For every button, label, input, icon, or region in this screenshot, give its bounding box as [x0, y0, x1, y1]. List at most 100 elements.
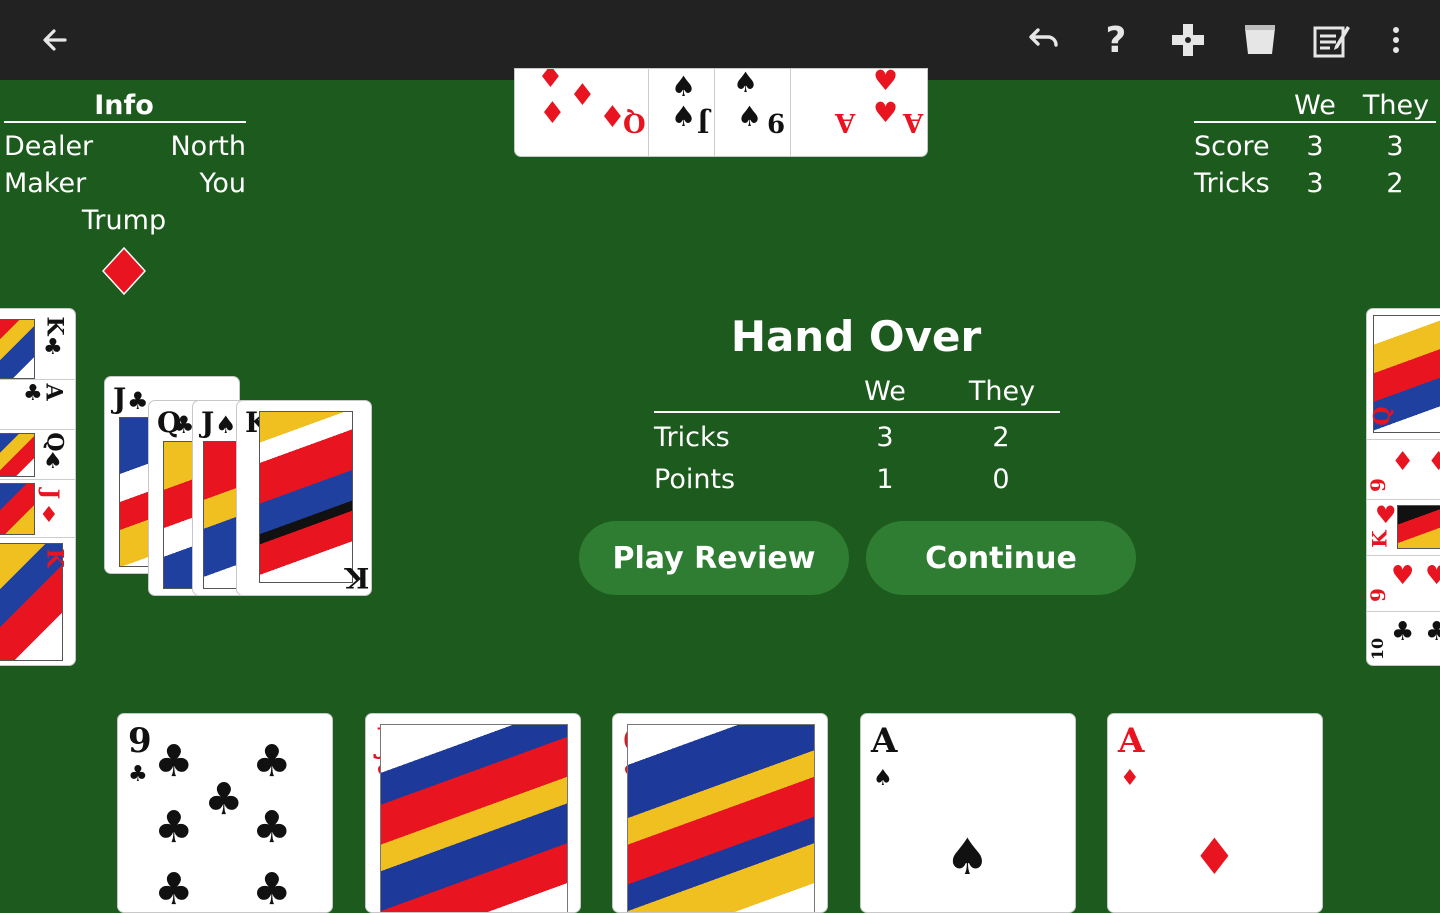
- west-card: K: [0, 537, 75, 665]
- east-card: ♦ ♦ 9: [1367, 439, 1440, 500]
- hand-card-rank: A: [1118, 721, 1145, 761]
- hand-over-points-we: 1: [876, 464, 894, 495]
- tricks-they-value: 2: [1386, 168, 1404, 199]
- info-divider: [4, 121, 246, 123]
- help-icon[interactable]: ?: [1096, 20, 1136, 61]
- hand-pip: ♣: [154, 802, 194, 853]
- north-pip: ♦: [537, 68, 564, 95]
- back-arrow-icon[interactable]: [34, 20, 74, 60]
- east-face-art: [1397, 505, 1440, 549]
- east-card: Q: [1367, 309, 1440, 440]
- hand-over-tricks-we: 3: [876, 422, 894, 453]
- hand-over-title: Hand Over: [730, 312, 982, 361]
- north-pip: ♠: [733, 68, 759, 99]
- tricks-we-value: 3: [1306, 168, 1324, 199]
- trick-face-art: [259, 411, 353, 583]
- east-pip: ♥: [1425, 563, 1440, 589]
- north-card-rank: Q: [623, 107, 646, 137]
- hand-card[interactable]: Q ♥: [612, 713, 828, 913]
- east-pip: ♥: [1391, 561, 1415, 591]
- hand-pip: ♣: [252, 802, 292, 853]
- trick-card-rank: J: [113, 382, 127, 415]
- continue-button[interactable]: Continue: [866, 521, 1136, 595]
- west-card: Q ♠: [0, 429, 75, 480]
- score-label: Score: [1194, 131, 1270, 162]
- scorecard-icon[interactable]: [1312, 20, 1352, 60]
- east-card-rank: 10: [1368, 637, 1388, 661]
- west-card: A ♣: [0, 379, 75, 430]
- east-pip: ♣: [1425, 619, 1440, 645]
- west-pip: ♣: [43, 335, 63, 360]
- hand-over-divider: [654, 411, 1060, 413]
- hand-card-suit: ♠: [873, 766, 893, 791]
- hand-card[interactable]: A ♠ ♠: [860, 713, 1076, 913]
- east-card: ♥ K: [1367, 499, 1440, 556]
- west-card-rank: K: [41, 316, 68, 336]
- east-pip: ♦: [1391, 447, 1415, 477]
- undo-icon[interactable]: [1024, 20, 1064, 60]
- west-pip: ♠: [43, 449, 63, 474]
- west-hand: K ♣ A ♣ Q ♠ J ♦ K: [0, 308, 76, 666]
- north-card-rank: 9: [767, 107, 786, 137]
- info-title: Info: [94, 90, 154, 121]
- more-vert-icon[interactable]: [1376, 20, 1416, 60]
- west-card: K ♣: [0, 309, 75, 380]
- hand-card[interactable]: A ♦ ♦: [1107, 713, 1323, 913]
- north-card-rank: J: [697, 107, 710, 137]
- trump-label: Trump: [81, 205, 167, 236]
- dealer-value: North: [170, 131, 246, 162]
- scoreboard-they-header: They: [1362, 90, 1430, 121]
- west-card-rank: J: [37, 488, 64, 500]
- center-spade-pip: ♠: [945, 828, 990, 886]
- trick-card-rank-bottom: K: [345, 561, 370, 594]
- hand-card-suit: ♣: [128, 762, 148, 787]
- scoreboard-divider: [1194, 121, 1436, 123]
- west-card-rank: K: [41, 548, 68, 568]
- east-pip: ♦: [1427, 449, 1440, 475]
- north-pip: ♦: [539, 96, 566, 131]
- hand-card[interactable]: J ♥ ♥: [365, 713, 581, 913]
- hand-over-they-header: They: [968, 376, 1036, 407]
- hand-card-rank: 9: [128, 721, 152, 761]
- east-card-rank: 9: [1366, 478, 1390, 492]
- west-face-art: [0, 319, 35, 379]
- dpad-icon[interactable]: [1168, 20, 1208, 60]
- north-card: ♦ ♦ ♦ ♦ Q: [515, 68, 649, 156]
- play-review-button[interactable]: Play Review: [579, 521, 849, 595]
- maker-value: You: [199, 168, 246, 199]
- north-pip: ♥: [873, 96, 899, 129]
- west-card: J ♦: [0, 479, 75, 538]
- north-card: A ♥ ♥ A: [791, 69, 927, 156]
- hand-card[interactable]: 9 ♣ ♣ ♣ ♣ ♣ ♣ ♣ ♣: [117, 713, 333, 913]
- west-pip: ♦: [39, 503, 59, 528]
- north-pip: ♠: [671, 70, 697, 103]
- trick-card-suit: ♠: [215, 411, 237, 439]
- west-face-art: [0, 433, 35, 477]
- hand-face-art: [627, 724, 815, 912]
- hand-pip: ♣: [154, 736, 194, 787]
- hand-over-we-header: We: [864, 376, 906, 407]
- hand-pip: ♣: [204, 774, 244, 825]
- trump-diamond-icon: [100, 246, 148, 300]
- north-card-rank: A: [903, 107, 924, 137]
- north-pip: ♦: [599, 100, 626, 135]
- tricks-label: Tricks: [1194, 168, 1270, 199]
- west-face-art: [0, 483, 35, 535]
- trick-card-suit: ♣: [127, 387, 149, 415]
- score-we-value: 3: [1306, 131, 1324, 162]
- east-card-rank: Q: [1369, 406, 1396, 426]
- hand-over-tricks-label: Tricks: [654, 422, 730, 453]
- trash-icon[interactable]: [1240, 20, 1280, 60]
- hand-over-points-they: 0: [992, 464, 1010, 495]
- hand-over-points-label: Points: [654, 464, 736, 495]
- trick-card-rank: J: [201, 406, 215, 439]
- hand-card-suit: ♦: [1120, 766, 1140, 791]
- center-diamond-pip: ♦: [1192, 828, 1237, 886]
- score-they-value: 3: [1386, 131, 1404, 162]
- north-hand: ♦ ♦ ♦ ♦ Q ♠ ♠ J ♠ ♠ 9 A ♥ ♥ A: [514, 68, 928, 157]
- east-card-rank: 9: [1366, 588, 1390, 602]
- north-pip: ♠: [671, 100, 697, 133]
- scoreboard-we-header: We: [1294, 90, 1336, 121]
- hand-card-rank: A: [871, 721, 898, 761]
- trick-card: K ♠ K: [236, 400, 372, 596]
